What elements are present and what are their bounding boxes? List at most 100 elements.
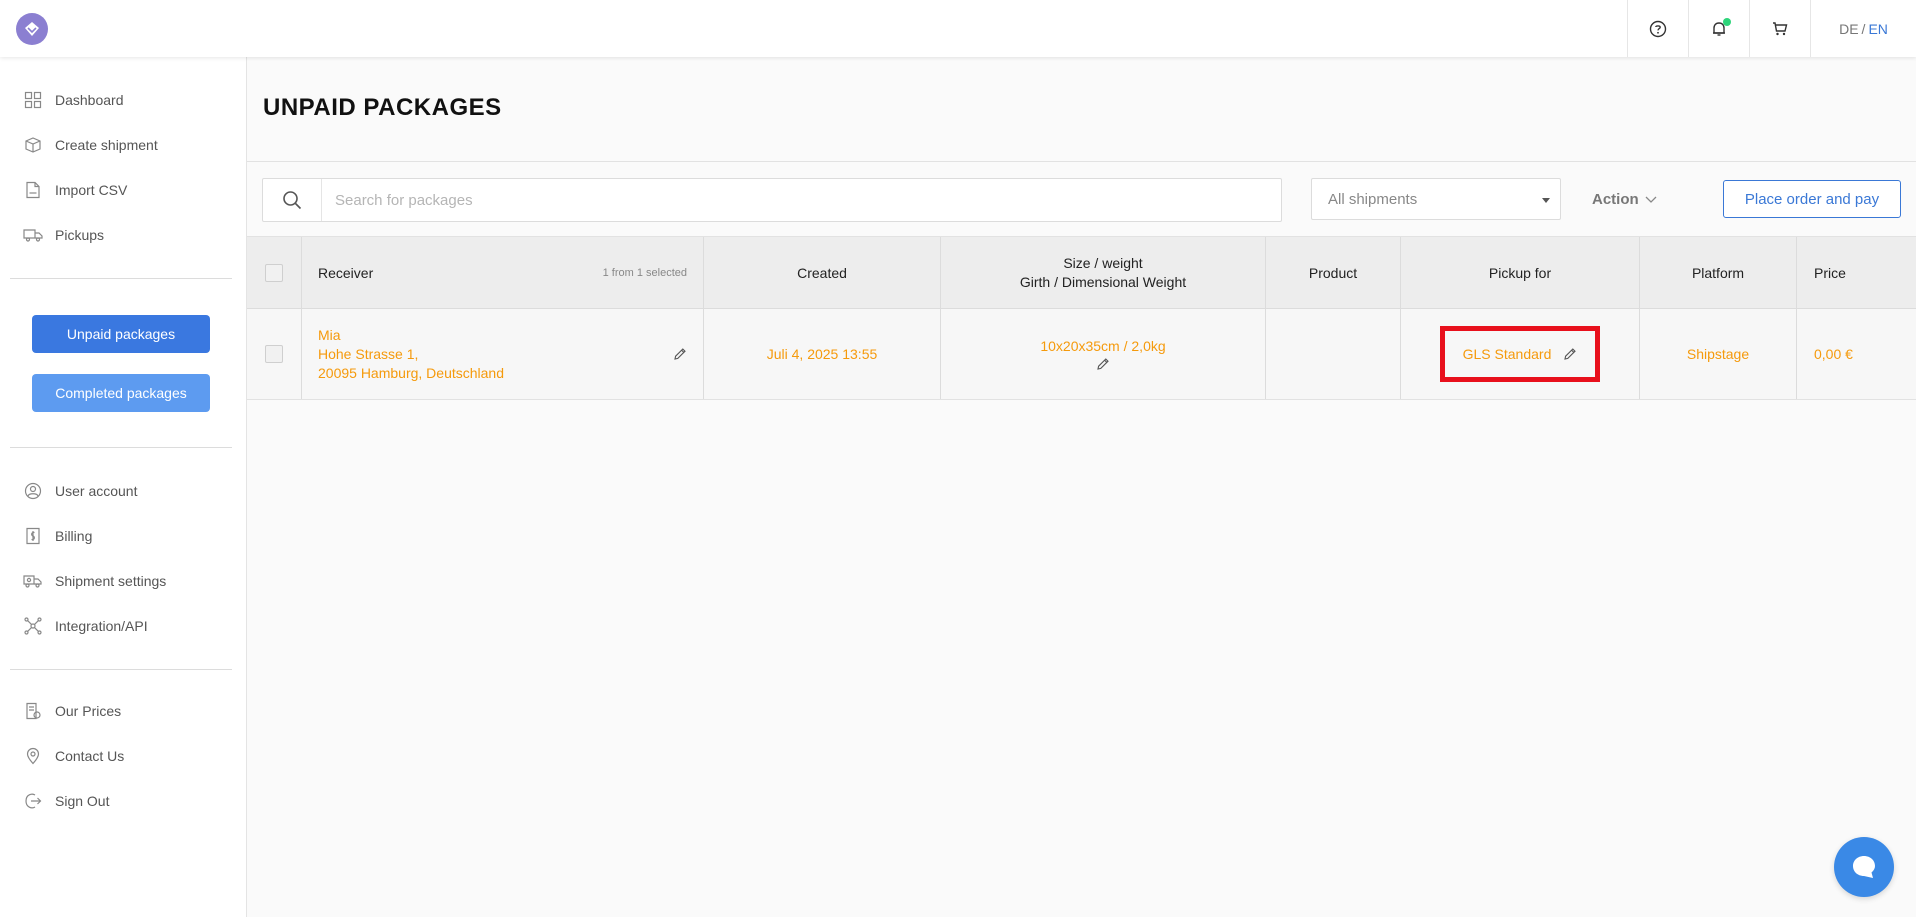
receiver-city: 20095 Hamburg, Deutschland [318,364,505,381]
sidebar-item-label: Shipment settings [55,573,167,589]
edit-size-pencil-icon[interactable] [1096,357,1110,371]
row-checkbox[interactable] [265,345,283,363]
pickup-cell: GLS Standard [1401,309,1640,399]
sidebar-item-label: Create shipment [55,137,158,153]
cart-icon [1773,21,1788,35]
sidebar-item-label: Sign Out [55,793,110,809]
receiver-address: Mia Hohe Strasse 1, 20095 Hamburg, Deuts… [318,326,504,383]
cart-button[interactable] [1749,0,1810,57]
platform-cell: Shipstage [1640,309,1797,399]
sidebar-item-create-shipment[interactable]: Create shipment [22,133,158,157]
sidebar-item-label: Our Prices [55,703,122,719]
price-cell: 0,00 € [1814,346,1853,362]
action-label: Action [1592,190,1639,208]
sidebar-item-label: Contact Us [55,748,125,764]
sidebar-item-user-account[interactable]: User account [22,479,137,503]
sidebar-item-label: Dashboard [55,92,124,108]
header-receiver-label: Receiver [318,264,374,281]
header-platform: Platform [1640,237,1797,308]
integration-icon [22,615,44,637]
help-button[interactable] [1627,0,1688,57]
sidebar-item-sign-out[interactable]: Sign Out [22,789,109,813]
pickup-value: GLS Standard [1462,346,1552,362]
receiver-street: Hohe Strasse 1, [318,345,419,362]
top-bar: DE / EN [0,0,1916,57]
completed-packages-button[interactable]: Completed packages [32,374,210,412]
unpaid-packages-button[interactable]: Unpaid packages [32,315,210,353]
chat-bubble-icon [1853,856,1875,878]
search-input[interactable] [333,190,1237,210]
search-box [262,178,1282,222]
location-pin-icon [22,745,44,767]
product-cell [1266,309,1401,399]
edit-receiver-pencil-icon[interactable] [673,347,687,361]
row-select-cell [247,309,302,399]
header-created[interactable]: Created [704,237,941,308]
header-select-cell [247,237,302,308]
header-size-weight: Size / weight Girth / Dimensional Weight [941,237,1266,308]
sidebar-item-shipment-settings[interactable]: Shipment settings [22,569,166,593]
edit-pickup-pencil-icon[interactable] [1563,347,1577,361]
box-icon [22,134,44,156]
sidebar-item-dashboard[interactable]: Dashboard [22,88,124,112]
csv-file-icon [22,179,44,201]
header-pickup: Pickup for [1401,237,1640,308]
chat-button[interactable] [1834,837,1894,897]
header-size-line1: Size / weight [1063,254,1143,271]
header-price: Price [1814,264,1846,281]
chevron-down-icon [1645,191,1657,208]
sidebar-item-label: Billing [55,528,93,544]
header-receiver: Receiver 1 from 1 selected [302,237,704,308]
dashboard-icon [22,89,44,111]
lang-en[interactable]: EN [1868,21,1887,37]
header-divider [247,161,1916,162]
size-weight-value: 10x20x35cm / 2,0kg [1040,337,1166,354]
truck-icon [22,224,44,246]
action-dropdown[interactable]: Action [1592,178,1657,220]
created-cell: Juli 4, 2025 13:55 [704,309,941,399]
sidebar-item-our-prices[interactable]: Our Prices [22,699,121,723]
search-icon[interactable] [263,179,322,221]
sign-out-icon [22,790,44,812]
sidebar: Dashboard Create shipment Import CSV Pic… [0,57,247,917]
sidebar-item-label: Integration/API [55,618,148,634]
pickup-highlight-box[interactable]: GLS Standard [1440,326,1600,382]
header-size-line2: Girth / Dimensional Weight [1019,273,1187,290]
sidebar-item-label: User account [55,483,138,499]
caret-down-icon [1542,198,1550,203]
shipments-filter-value: All shipments [1328,190,1418,208]
sidebar-item-label: Pickups [55,227,105,243]
shipping-settings-icon [22,570,44,592]
table-row: Mia Hohe Strasse 1, 20095 Hamburg, Deuts… [247,309,1916,400]
lang-de[interactable]: DE [1839,21,1858,37]
sidebar-divider [10,447,232,448]
receiver-name: Mia [318,326,341,343]
help-icon [1649,20,1667,37]
size-weight-cell: 10x20x35cm / 2,0kg [941,309,1266,399]
notifications-button[interactable] [1688,0,1749,57]
header-product: Product [1266,237,1401,308]
logo-icon[interactable] [16,13,48,45]
billing-icon [22,525,44,547]
select-all-checkbox[interactable] [265,263,283,282]
place-order-button[interactable]: Place order and pay [1723,180,1901,218]
selected-count: 1 from 1 selected [602,266,687,279]
lang-separator: / [1861,20,1866,37]
shipments-filter-select[interactable]: All shipments [1311,178,1561,220]
notification-badge [1723,18,1731,26]
sidebar-divider [10,278,232,279]
sidebar-item-integration-api[interactable]: Integration/API [22,614,148,638]
sidebar-item-import-csv[interactable]: Import CSV [22,178,127,202]
sidebar-item-contact-us[interactable]: Contact Us [22,744,124,768]
top-icons: DE / EN [1627,0,1916,57]
price-list-icon [22,700,44,722]
sidebar-item-label: Import CSV [55,182,128,198]
sidebar-item-pickups[interactable]: Pickups [22,223,104,247]
language-switcher: DE / EN [1810,0,1916,57]
sidebar-divider [10,669,232,670]
receiver-cell[interactable]: Mia Hohe Strasse 1, 20095 Hamburg, Deuts… [302,309,704,399]
sidebar-item-billing[interactable]: Billing [22,524,92,548]
page-title: UNPAID PACKAGES [263,94,502,121]
user-icon [22,480,44,502]
packages-table: Receiver 1 from 1 selected Created Size … [247,236,1916,400]
